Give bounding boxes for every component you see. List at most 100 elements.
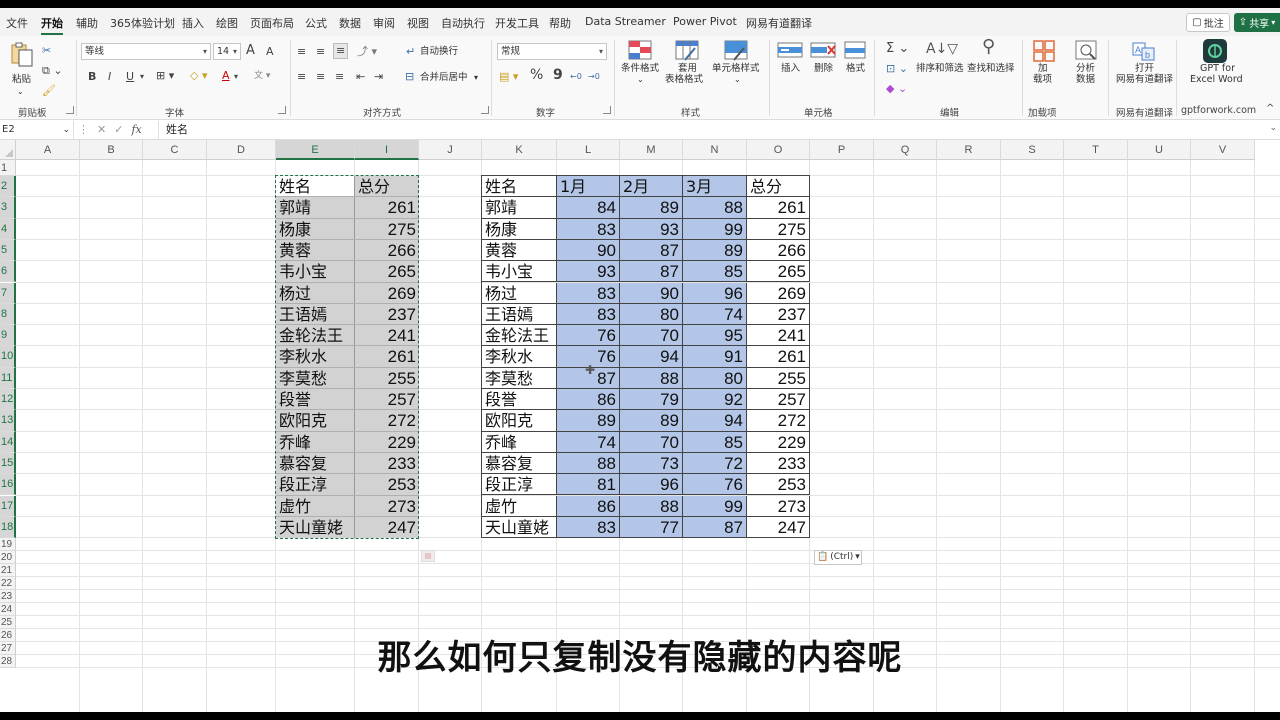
cell-total[interactable]: 266 [355,239,419,262]
cell-name[interactable]: 黄蓉 [482,239,557,262]
number-format-combo[interactable]: 常规 ▾ [497,43,607,60]
cell-month-score[interactable]: 93 [620,218,683,240]
column-header-K[interactable]: K [482,140,557,160]
row-header-17[interactable]: 17 [0,495,16,517]
cell-total[interactable]: 229 [747,431,810,453]
column-header-Q[interactable]: Q [874,140,937,160]
cell-month-score[interactable]: 89 [620,197,683,219]
column-header-M[interactable]: M [620,140,683,160]
column-header-A[interactable]: A [16,140,80,160]
clear-icon[interactable]: ◆ ⌄ [886,82,907,96]
cell-month-score[interactable]: 76 [557,325,620,347]
cut-icon[interactable]: ✂ [42,44,51,58]
cell-total[interactable]: 261 [747,197,810,219]
cell-month-score[interactable]: 80 [620,303,683,326]
name-box[interactable]: E2 ⌄ [0,121,74,139]
gpt-line1[interactable]: GPT for [1200,63,1235,74]
cell-month-score[interactable]: 73 [620,452,683,475]
underline-dropdown[interactable]: ▾ [140,70,144,84]
cell-month-score[interactable]: 90 [620,282,683,304]
cell-total[interactable]: 265 [747,261,810,283]
decrease-indent-icon[interactable]: ⇤ [356,70,365,84]
tab-developer[interactable]: 开发工具 [495,15,539,31]
row-header-12[interactable]: 12 [0,389,16,411]
cell-total[interactable]: 255 [747,367,810,389]
autosum-icon[interactable]: Σ ⌄ [886,42,909,56]
cell-total[interactable]: 253 [747,474,810,496]
format-painter-icon[interactable]: 🖌 [42,84,56,98]
merge-center-button[interactable]: 合并后居中 [420,72,468,83]
cell-month-score[interactable]: 92 [683,389,747,411]
cell-month-score[interactable]: 89 [620,410,683,432]
cell-month-score[interactable]: 88 [620,495,683,517]
column-header-R[interactable]: R [937,140,1001,160]
cell-name[interactable]: 段誉 [482,389,557,411]
youdao-open-line1[interactable]: 打开 [1135,63,1154,74]
find-select-icon[interactable]: ⚲ [982,38,995,56]
cell-header[interactable]: 姓名 [482,176,557,198]
cell-name[interactable]: 慕容复 [482,452,557,475]
conditional-format-icon[interactable] [628,40,652,64]
align-center-icon[interactable]: ≡ [316,70,325,84]
cell-name[interactable]: 李秋水 [482,346,557,368]
tab-power-pivot[interactable]: Power Pivot [673,15,737,28]
cell-total[interactable]: 237 [747,303,810,326]
align-top-icon[interactable]: ≡ [297,45,306,59]
cell-total[interactable]: 269 [355,282,419,304]
cell-total[interactable]: 241 [355,325,419,347]
cell-total[interactable]: 255 [355,367,419,389]
analyze-data-line1[interactable]: 分析 [1076,63,1095,74]
cell-total[interactable]: 257 [355,389,419,411]
cell-month-score[interactable]: 84 [557,197,620,219]
cell-month-score[interactable]: 91 [683,346,747,368]
cell-month-score[interactable]: 95 [683,325,747,347]
cell-name[interactable]: 段正淳 [276,474,355,496]
row-header-18[interactable]: 18 [0,516,16,539]
font-size-combo[interactable]: 14 ▾ [213,43,241,60]
cell-name[interactable]: 郭靖 [276,197,355,219]
cell-name[interactable]: 段誉 [276,389,355,411]
number-launcher-icon[interactable] [603,106,611,114]
cell-name[interactable]: 李莫愁 [482,367,557,389]
cell-name[interactable]: 欧阳克 [276,410,355,432]
cell-month-score[interactable]: 83 [557,218,620,240]
cell-total[interactable]: 272 [355,410,419,432]
accounting-format-icon[interactable]: ▤ ▾ [499,70,518,84]
cell-total[interactable]: 273 [355,495,419,517]
row-header-21[interactable]: 21 [0,564,16,578]
row-header-3[interactable]: 3 [0,197,16,219]
cell-total[interactable]: 266 [747,239,810,262]
row-header-8[interactable]: 8 [0,303,16,326]
cell-month-score[interactable]: 93 [557,261,620,283]
font-color-icon[interactable]: A [222,69,230,83]
tab-file[interactable]: 文件 [6,15,28,31]
cell-name[interactable]: 杨康 [482,218,557,240]
align-bottom-icon[interactable]: ≡ [333,43,349,59]
row-header-7[interactable]: 7 [0,282,16,304]
cell-month-score[interactable]: 96 [683,282,747,304]
analyze-data-line2[interactable]: 数据 [1076,74,1095,85]
cell-month-score[interactable]: 88 [620,367,683,389]
align-right-icon[interactable]: ≡ [335,70,344,84]
fill-color-icon[interactable]: ◇ ▾ [190,69,207,83]
cell-name[interactable]: 杨过 [276,282,355,304]
cell-month-score[interactable]: 80 [683,367,747,389]
cell-total[interactable]: 261 [747,346,810,368]
align-middle-icon[interactable]: ≡ [316,45,325,59]
cell-month-score[interactable]: 99 [683,218,747,240]
column-header-S[interactable]: S [1001,140,1064,160]
column-header-N[interactable]: N [683,140,747,160]
cell-month-score[interactable]: 87 [620,239,683,262]
column-header-C[interactable]: C [143,140,207,160]
cell-total[interactable]: 272 [747,410,810,432]
row-header-25[interactable]: 25 [0,616,16,630]
tab-draw[interactable]: 绘图 [216,15,238,31]
cell-month-score[interactable]: 87 [683,516,747,539]
addins-line2[interactable]: 载项 [1033,74,1052,85]
fill-icon[interactable]: ⊡ ⌄ [886,62,908,76]
cell-month-score[interactable]: 90 [557,239,620,262]
cell-month-score[interactable]: 70 [620,325,683,347]
cell-total[interactable]: 269 [747,282,810,304]
cell-name[interactable]: 王语嫣 [482,303,557,326]
cell-total[interactable]: 247 [747,516,810,539]
